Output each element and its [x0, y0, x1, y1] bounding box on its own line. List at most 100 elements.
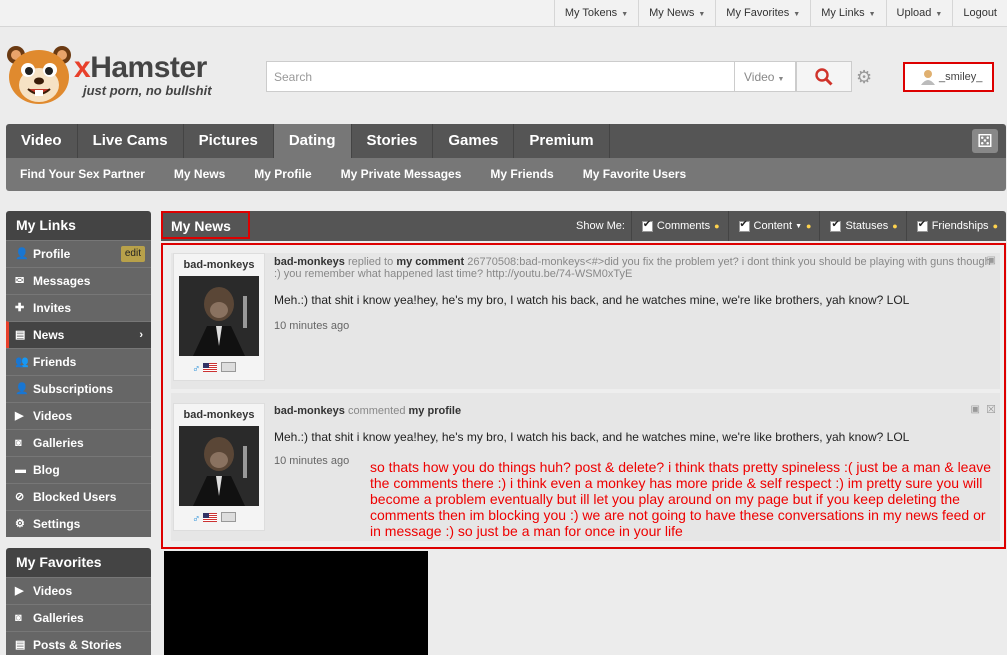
checkbox[interactable] [738, 219, 750, 232]
filter-content[interactable]: Content▼● [727, 211, 820, 241]
random-dice-icon[interactable]: ⚄ [972, 129, 998, 153]
site-logo[interactable]: xHamster just porn, no bullshit [6, 45, 241, 107]
user-card-name[interactable]: bad-monkeys [174, 409, 264, 421]
user-avatar-icon [921, 70, 935, 85]
sidebar-fav-galleries[interactable]: ◙ Galleries [6, 604, 151, 631]
message-icon[interactable] [221, 512, 237, 522]
checkbox[interactable] [830, 219, 842, 232]
top-bar: My Tokens ▼ My News ▼ My Favorites ▼ My Lin… [0, 0, 1007, 27]
checkbox[interactable] [641, 219, 653, 232]
my-tokens-menu[interactable]: My Tokens ▼ [553, 0, 638, 26]
chevron-down-icon: ▼ [621, 11, 629, 18]
sidebar-item-news[interactable]: ▤ News › [6, 321, 151, 348]
entry-header: bad-monkeys commented my profile [274, 405, 462, 417]
entry-time: 10 minutes ago [274, 455, 350, 467]
my-links-menu[interactable]: My Links ▼ [810, 0, 885, 26]
subnav-my-news[interactable]: My News [160, 158, 240, 191]
entry-text: Meh.:) that shit i know yea!hey, he's my… [274, 430, 910, 444]
user-card[interactable]: bad-monkeys ♂ [173, 403, 265, 531]
envelope-icon: ✉ [15, 275, 25, 287]
main-nav: Video Live Cams Pictures Dating Stories … [6, 124, 1006, 158]
subnav-my-profile[interactable]: My Profile [240, 158, 326, 191]
sidebar-item-messages[interactable]: ✉ Messages [6, 267, 151, 294]
lightbulb-icon: ● [714, 221, 720, 231]
sidebar-item-settings[interactable]: ⚙ Settings [6, 510, 151, 537]
chevron-down-icon: ▼ [698, 11, 706, 18]
filter-comments[interactable]: Comments● [630, 211, 728, 241]
subnav-my-friends[interactable]: My Friends [476, 158, 568, 191]
subnav-find-partner[interactable]: Find Your Sex Partner [6, 158, 160, 191]
my-favorites-menu[interactable]: My Favorites ▼ [715, 0, 810, 26]
avatar[interactable] [179, 276, 259, 356]
lightbulb-icon: ● [992, 221, 998, 231]
username: _smiley_ [939, 71, 983, 83]
sidebar-fav-videos[interactable]: ▶ Videos [6, 577, 151, 604]
media-placeholder [164, 551, 428, 655]
entry-user-link[interactable]: bad-monkeys [274, 256, 345, 268]
user-card-name[interactable]: bad-monkeys [174, 259, 264, 271]
subnav-private-messages[interactable]: My Private Messages [327, 158, 477, 191]
entry-user-link[interactable]: bad-monkeys [274, 405, 345, 417]
show-me-label: Show Me: [576, 220, 625, 232]
sidebar-fav-posts-stories[interactable]: ▤ Posts & Stories [6, 631, 151, 655]
video-icon: ▶ [15, 585, 24, 597]
nav-premium[interactable]: Premium [514, 124, 610, 158]
filter-statuses[interactable]: Statuses● [819, 211, 905, 241]
chevron-down-icon: ▼ [868, 11, 876, 18]
sidebar-item-galleries[interactable]: ◙ Galleries [6, 429, 151, 456]
sidebar-heading: My Links [6, 211, 151, 240]
chevron-down-icon: ▼ [793, 11, 801, 18]
blocked-icon: ⊘ [15, 491, 25, 503]
checkbox[interactable] [916, 219, 928, 232]
nav-live-cams[interactable]: Live Cams [78, 124, 184, 158]
sidebar-item-profile[interactable]: 👤 Profile edit [6, 240, 151, 267]
sidebar-item-videos[interactable]: ▶ Videos [6, 402, 151, 429]
sidebar-item-subscriptions[interactable]: 👤 Subscriptions [6, 375, 151, 402]
entry-header: bad-monkeys replied to my comment 267705… [274, 256, 991, 280]
gear-icon[interactable]: ⚙ [856, 67, 872, 88]
nav-pictures[interactable]: Pictures [184, 124, 274, 158]
collapse-icon[interactable]: ▣ [987, 255, 996, 266]
male-icon: ♂ [192, 363, 201, 375]
nav-stories[interactable]: Stories [352, 124, 434, 158]
entry-target-link[interactable]: my profile [409, 405, 462, 417]
close-icon[interactable]: ☒ [986, 403, 996, 416]
chevron-down-icon: ▼ [795, 222, 803, 230]
filter-friendships[interactable]: Friendships● [905, 211, 1006, 241]
edit-profile-button[interactable]: edit [120, 246, 145, 262]
subscriptions-icon: 👤 [15, 383, 29, 395]
friends-icon: 👥 [15, 356, 29, 368]
upload-menu[interactable]: Upload ▼ [885, 0, 953, 26]
sidebar-item-blocked-users[interactable]: ⊘ Blocked Users [6, 483, 151, 510]
search-input[interactable]: Search [266, 61, 735, 92]
sidebar-item-blog[interactable]: ▬ Blog [6, 456, 151, 483]
search-button[interactable] [796, 61, 852, 92]
user-menu[interactable]: _smiley_ [903, 62, 994, 92]
gear-icon: ⚙ [15, 518, 25, 530]
logout-link[interactable]: Logout [952, 0, 1007, 26]
top-links: My Tokens ▼ My News ▼ My Favorites ▼ My Lin… [553, 0, 1007, 26]
message-icon[interactable] [221, 362, 237, 372]
nav-games[interactable]: Games [433, 124, 515, 158]
sub-nav: Find Your Sex Partner My News My Profile… [6, 158, 1006, 191]
stories-icon: ▤ [15, 639, 26, 651]
blog-icon: ▬ [15, 464, 26, 476]
my-news-menu[interactable]: My News ▼ [638, 0, 715, 26]
avatar[interactable] [179, 426, 259, 506]
nav-video[interactable]: Video [6, 124, 78, 158]
nav-dating[interactable]: Dating [273, 124, 352, 158]
user-badges: ♂ [192, 512, 237, 525]
sidebar-item-friends[interactable]: 👥 Friends [6, 348, 151, 375]
collapse-icon[interactable]: ▣ [971, 404, 980, 415]
user-card[interactable]: bad-monkeys ♂ [173, 253, 265, 381]
lightbulb-icon: ● [892, 221, 898, 231]
brand-name: xHamster [74, 51, 207, 84]
entry-target-link[interactable]: my comment [396, 256, 464, 268]
lightbulb-icon: ● [806, 221, 812, 231]
search-type-select[interactable]: Video ▼ [734, 61, 796, 92]
red-annotation: so thats how you do things huh? post & d… [370, 459, 992, 539]
user-icon: 👤 [15, 248, 29, 260]
sidebar-item-invites[interactable]: ✚ Invites [6, 294, 151, 321]
sidebar-my-links: My Links 👤 Profile edit ✉ Messages ✚ Invites… [6, 211, 151, 537]
subnav-favorite-users[interactable]: My Favorite Users [569, 158, 701, 191]
